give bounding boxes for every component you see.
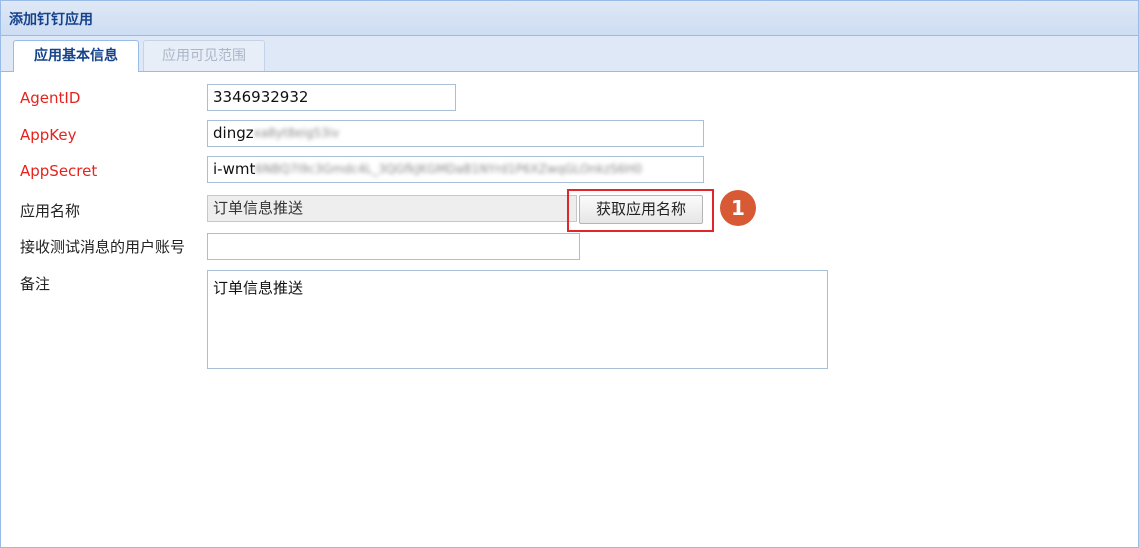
app-secret-label: AppSecret — [20, 162, 98, 180]
tab-strip: 应用基本信息 应用可见范围 — [1, 36, 1138, 72]
step-badge: 1 — [720, 190, 756, 226]
highlight-box — [567, 189, 714, 232]
app-key-obscured: xa8yt8eig53iv — [253, 126, 340, 140]
app-key-value: dingz — [213, 124, 254, 142]
app-secret-obscured: 6NBQ7I9c3Gmdc4L_3QGfkJKGMDaB1NYrd1P6XZwq… — [255, 162, 643, 176]
dialog-window: 添加钉钉应用 应用基本信息 应用可见范围 AgentID 3346932932 … — [0, 0, 1139, 548]
app-secret-input[interactable]: i-wmt6NBQ7I9c3Gmdc4L_3QGfkJKGMDaB1NYrd1P… — [207, 156, 704, 183]
test-user-input[interactable] — [207, 233, 580, 260]
title-bar: 添加钉钉应用 — [1, 1, 1138, 36]
test-user-label: 接收测试消息的用户账号 — [20, 238, 186, 256]
app-secret-value: i-wmt — [213, 160, 256, 178]
tab-visibility-scope[interactable]: 应用可见范围 — [143, 40, 265, 71]
app-key-input[interactable]: dingzxa8yt8eig53iv — [207, 120, 704, 147]
remark-textarea[interactable]: 订单信息推送 — [207, 270, 828, 369]
app-name-input: 订单信息推送 — [207, 195, 577, 222]
remark-label: 备注 — [20, 275, 51, 293]
agent-id-label: AgentID — [20, 89, 81, 107]
app-key-label: AppKey — [20, 126, 77, 144]
agent-id-input[interactable]: 3346932932 — [207, 84, 456, 111]
window-title: 添加钉钉应用 — [9, 12, 93, 28]
tab-basic-info[interactable]: 应用基本信息 — [13, 40, 139, 72]
app-name-label: 应用名称 — [20, 202, 81, 220]
